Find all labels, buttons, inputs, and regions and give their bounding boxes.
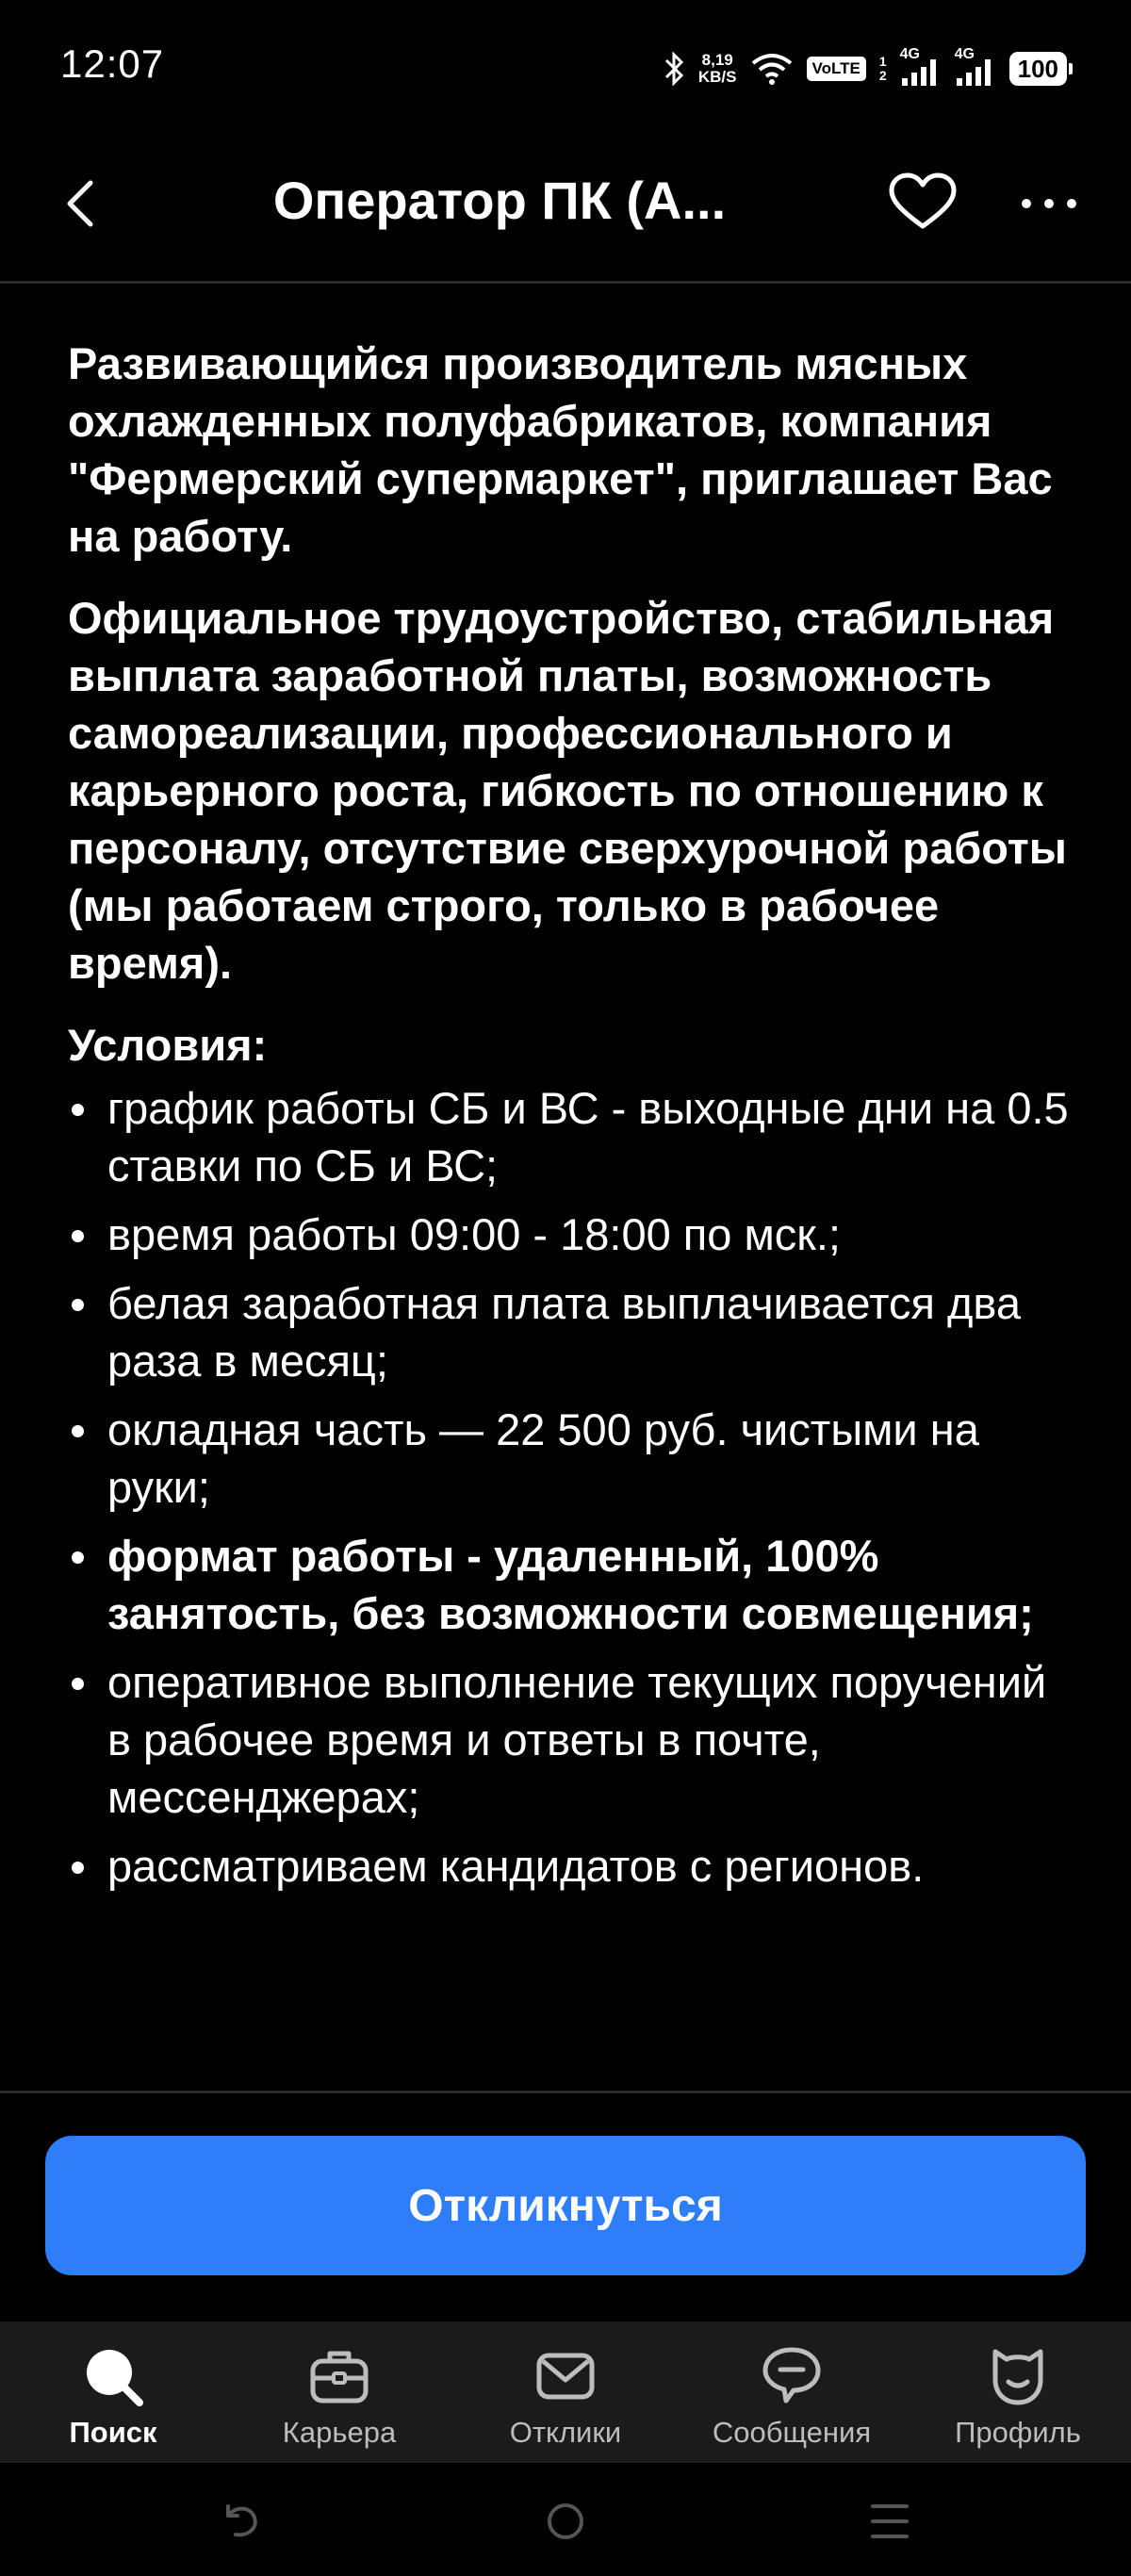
sim1-label: 1 — [878, 54, 887, 69]
net-speed-value: 8,19 — [701, 51, 733, 69]
system-nav-bar — [0, 2463, 1131, 2576]
network2-label: 4G — [954, 46, 975, 62]
system-recents-button[interactable] — [861, 2493, 918, 2550]
signal-icon-1: 4G — [900, 46, 942, 88]
system-home-button[interactable] — [537, 2493, 594, 2550]
list-item: график работы СБ и ВС - выходные дни на … — [68, 1079, 1076, 1194]
bottom-nav: Поиск Карьера Отклики Сообщения Профиль — [0, 2322, 1131, 2463]
nav-item-profile[interactable]: Профиль — [905, 2322, 1131, 2463]
apply-button[interactable]: Откликнуться — [45, 2136, 1086, 2275]
back-button[interactable] — [57, 170, 104, 236]
nav-label-profile: Профиль — [955, 2416, 1081, 2449]
benefits-paragraph: Официальное трудоустройство, стабильная … — [68, 593, 1067, 988]
nav-item-messages[interactable]: Сообщения — [679, 2322, 905, 2463]
status-time: 12:07 — [60, 41, 165, 86]
conditions-title: Условия: — [68, 1020, 268, 1070]
sim-numbers: 1 2 — [879, 55, 887, 83]
volte-badge: VoLTE — [806, 57, 866, 81]
back-arrow-icon — [67, 180, 93, 227]
net-speed-unit: KB/S — [697, 68, 737, 86]
more-dots-icon — [1022, 199, 1076, 208]
status-bar: 12:07 8,19 KB/S VoLTE 1 2 4G 4G 100 — [0, 0, 1131, 141]
nav-item-search[interactable]: Поиск — [0, 2322, 226, 2463]
divider — [0, 2091, 1131, 2093]
favorite-button[interactable] — [886, 170, 959, 236]
battery-icon: 100 — [1008, 52, 1073, 86]
page-title: Оператор ПК (А... — [272, 171, 727, 230]
home-circle-icon — [548, 2503, 583, 2539]
nav-label-search: Поиск — [69, 2416, 157, 2449]
chat-icon — [758, 2342, 826, 2410]
nav-label-messages: Сообщения — [712, 2416, 872, 2449]
mail-icon — [532, 2342, 599, 2410]
signal-icon-2: 4G — [955, 46, 996, 88]
return-icon — [226, 2504, 257, 2537]
wifi-icon — [750, 52, 794, 86]
battery-cap — [1069, 63, 1073, 74]
profile-icon — [984, 2342, 1052, 2410]
list-item: окладная часть — 22 500 руб. чистыми на … — [68, 1401, 1076, 1516]
search-icon — [79, 2342, 147, 2410]
heart-icon — [889, 172, 957, 229]
net-speed: 8,19 KB/S — [698, 52, 737, 86]
list-item: белая заработная плата выплачивается два… — [68, 1274, 1076, 1389]
system-back-button[interactable] — [213, 2493, 270, 2550]
menu-lines-icon — [871, 2504, 909, 2538]
conditions-list: график работы СБ и ВС - выходные дни на … — [68, 1079, 1076, 1895]
header: Оператор ПК (А... — [0, 141, 1131, 284]
nav-label-career: Карьера — [282, 2416, 397, 2449]
list-item: формат работы - удаленный, 100% занятост… — [68, 1527, 1076, 1642]
list-item: оперативное выполнение текущих поручений… — [68, 1653, 1076, 1826]
network1-label: 4G — [899, 46, 920, 62]
nav-item-career[interactable]: Карьера — [226, 2322, 452, 2463]
briefcase-icon — [305, 2342, 373, 2410]
list-item: рассматриваем кандидатов с регионов. — [68, 1837, 1076, 1895]
more-options-button[interactable] — [1018, 170, 1080, 236]
status-icons: 8,19 KB/S VoLTE 1 2 4G 4G 100 — [663, 43, 1073, 94]
battery-level: 100 — [1008, 52, 1067, 86]
intro-paragraph: Развивающийся производитель мясных охлаж… — [68, 338, 1053, 561]
vacancy-description: Развивающийся производитель мясных охлаж… — [68, 335, 1076, 1906]
nav-label-responses: Отклики — [509, 2416, 622, 2449]
nav-item-responses[interactable]: Отклики — [452, 2322, 679, 2463]
list-item: время работы 09:00 - 18:00 по мск.; — [68, 1206, 1076, 1263]
bluetooth-icon — [663, 52, 685, 86]
sim2-label: 2 — [878, 68, 887, 83]
